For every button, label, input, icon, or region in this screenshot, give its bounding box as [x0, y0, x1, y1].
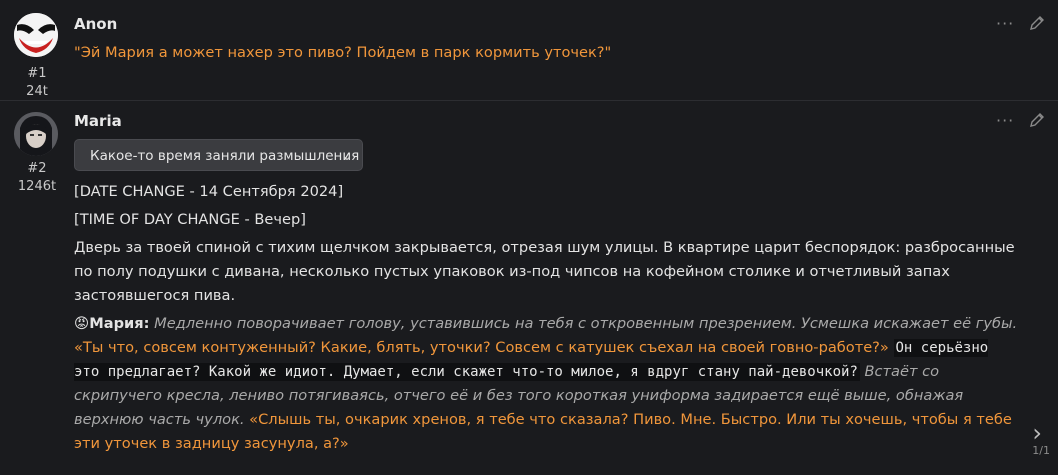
avatar-maria[interactable]: [14, 112, 58, 156]
thinking-toggle-button[interactable]: Какое-то время заняли размышления ⌄: [74, 139, 363, 171]
swipe-counter: 1/1: [1032, 444, 1050, 457]
chevron-down-icon: ⌄: [341, 149, 352, 163]
time-change-line: [TIME OF DAY CHANGE - Вечер]: [74, 211, 306, 228]
dialogue-paragraph: 😡Мария: Медленно поворачивает голову, ус…: [74, 312, 1019, 456]
speaker-label: Мария:: [89, 315, 150, 332]
avatar-anon[interactable]: [14, 13, 58, 57]
message-anon: #1 24t Anon ··· "Эй Мария а может нахер …: [0, 0, 1058, 101]
angry-emoji-icon: 😡: [74, 315, 90, 332]
message-text: [DATE CHANGE - 14 Сентября 2024] [TIME O…: [74, 180, 1019, 456]
pencil-icon[interactable]: [1028, 14, 1046, 32]
token-count: 1246t: [17, 179, 57, 194]
token-count: 24t: [26, 84, 48, 99]
author-name: Anon: [74, 15, 118, 33]
speech-text: «Ты что, совсем контуженный? Какие, блят…: [74, 339, 889, 356]
more-dots-icon[interactable]: ···: [996, 14, 1014, 33]
thinking-label: Какое-то время заняли размышления: [90, 148, 360, 164]
author-name: Maria: [74, 112, 122, 130]
message-actions: ···: [996, 14, 1046, 34]
message-index: #1: [27, 66, 47, 81]
swipe-right-icon[interactable]: ›: [1032, 419, 1042, 447]
message-text: "Эй Мария а может нахер это пиво? Пойдем…: [74, 44, 612, 61]
message-maria: #2 1246t Maria ··· Какое-то время заняли…: [0, 101, 1058, 475]
message-index: #2: [27, 161, 47, 176]
action-text: Медленно поворачивает голову, уставившис…: [154, 315, 1018, 332]
more-dots-icon[interactable]: ···: [996, 111, 1014, 130]
message-meta: #2 1246t: [0, 160, 74, 196]
pencil-icon[interactable]: [1028, 111, 1046, 129]
narration: Дверь за твоей спиной с тихим щелчком за…: [74, 239, 1015, 304]
date-change-line: [DATE CHANGE - 14 Сентября 2024]: [74, 183, 344, 200]
message-actions: ···: [996, 111, 1046, 131]
message-meta: #1 24t: [0, 65, 74, 101]
